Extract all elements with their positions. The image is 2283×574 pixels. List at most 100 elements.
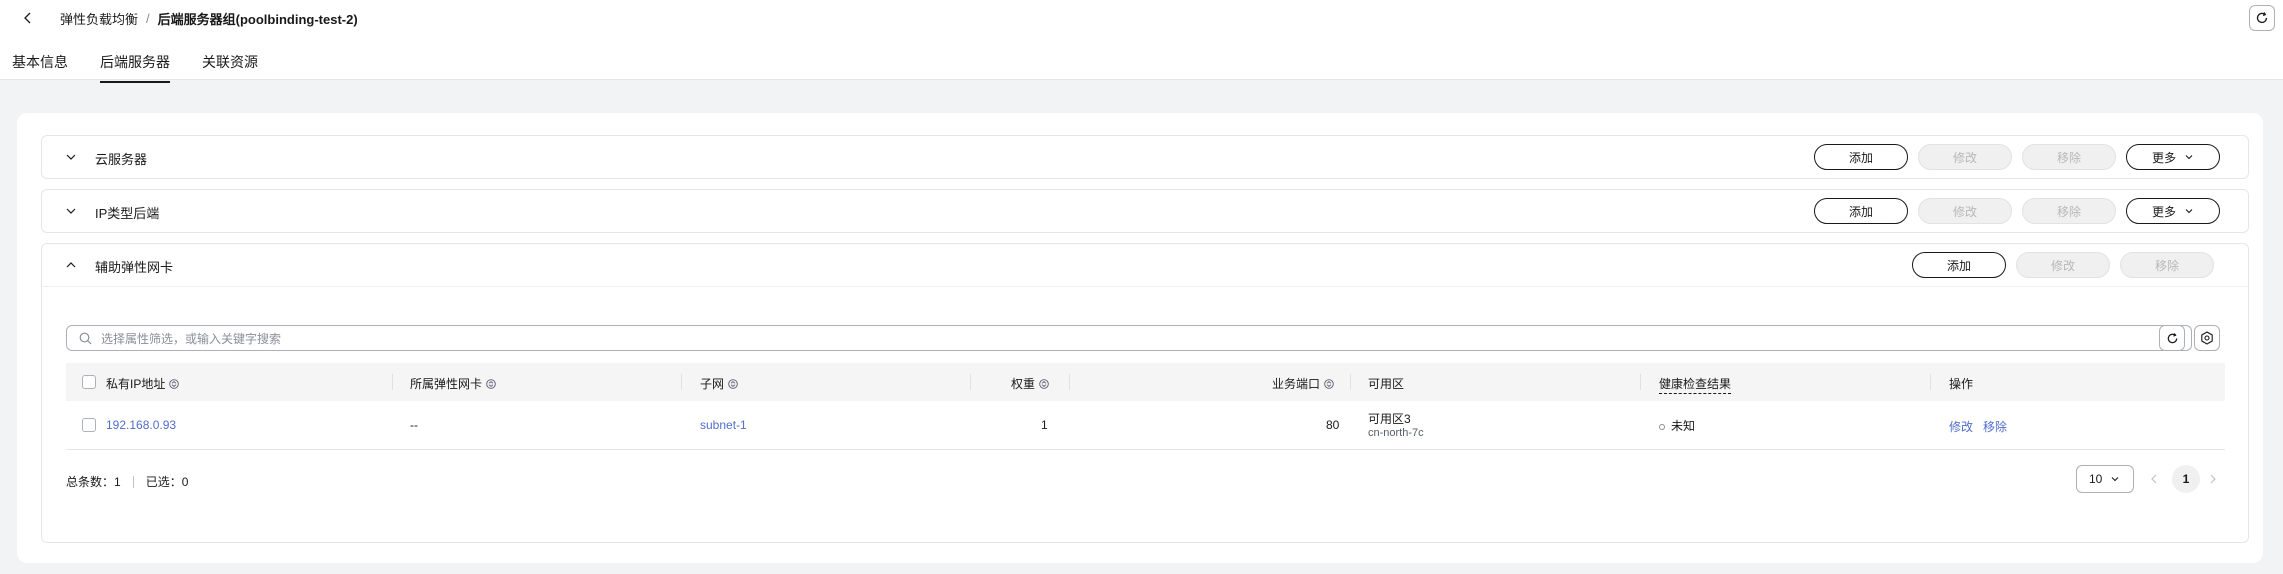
page-size-select[interactable]: 10: [2076, 465, 2134, 493]
column-divider[interactable]: [970, 374, 971, 390]
selected-count: 已选：0: [145, 475, 189, 489]
refresh-icon: [2167, 332, 2177, 343]
tab-backend-servers[interactable]: 后端服务器: [100, 52, 170, 83]
column-divider[interactable]: [392, 374, 393, 390]
section-title: 辅助弹性网卡: [95, 260, 174, 275]
tab-associated-resources[interactable]: 关联资源: [202, 52, 258, 81]
refresh-button[interactable]: [2249, 5, 2275, 31]
az-name: 可用区3: [1368, 412, 1411, 426]
back-arrow-icon[interactable]: [18, 8, 38, 28]
top-bar: 弹性负载均衡 / 后端服务器组(poolbinding-test-2): [0, 0, 2283, 38]
section-cloud-server: 云服务器 添加 修改 移除 更多: [41, 135, 2249, 179]
column-private-ip[interactable]: 私有IP地址: [106, 375, 180, 392]
row-checkbox[interactable]: [82, 418, 96, 432]
modify-button[interactable]: 修改: [1918, 198, 2012, 224]
search-input[interactable]: [99, 328, 2103, 350]
chevron-down-icon: [2111, 477, 2119, 482]
sort-icon: [1039, 378, 1049, 389]
page-title: 后端服务器组(poolbinding-test-2): [157, 12, 358, 27]
table-row: 192.168.0.93 -- subnet-1 1 80 可用区3 cn-no…: [66, 401, 2225, 450]
column-health[interactable]: 健康检查结果: [1659, 375, 1732, 394]
tab-bar: 基本信息 后端服务器 关联资源: [0, 38, 2283, 83]
modify-button[interactable]: 修改: [1918, 144, 2012, 170]
section-header[interactable]: IP类型后端 添加 修改 移除 更多: [42, 190, 2248, 232]
weight-value: 1: [1041, 418, 1048, 432]
column-label: 子网: [700, 377, 725, 391]
column-weight[interactable]: 权重: [1011, 375, 1049, 392]
current-page[interactable]: 1: [2172, 465, 2200, 493]
divider: [42, 286, 2248, 287]
column-label: 健康检查结果: [1659, 375, 1732, 394]
port-value: 80: [1326, 418, 1340, 432]
chevron-down-icon: [2185, 155, 2193, 160]
table-settings-button[interactable]: [2194, 325, 2220, 351]
row-modify-link[interactable]: 修改: [1949, 418, 1973, 435]
refresh-icon: [2256, 12, 2268, 24]
az-id: cn-north-7c: [1368, 427, 1424, 439]
eni-value: --: [410, 418, 418, 432]
search-bar[interactable]: [66, 325, 2192, 351]
section-eni: 辅助弹性网卡 添加 修改 移除 私有IP地址 所属弹性网卡: [41, 243, 2249, 543]
chevron-down-icon: [2185, 209, 2193, 214]
chevron-down-icon: [66, 208, 76, 214]
section-ip-backend: IP类型后端 添加 修改 移除 更多: [41, 189, 2249, 233]
health-label: 未知: [1671, 419, 1696, 433]
column-label: 所属弹性网卡: [410, 377, 483, 391]
more-button[interactable]: 更多: [2126, 198, 2220, 224]
sort-icon: [169, 378, 180, 389]
select-all-checkbox[interactable]: [82, 375, 96, 389]
column-divider[interactable]: [1930, 374, 1931, 390]
health-status: 未知: [1659, 417, 1695, 434]
add-button[interactable]: 添加: [1814, 144, 1908, 170]
column-az: 可用区: [1368, 375, 1404, 392]
column-divider[interactable]: [1350, 374, 1351, 390]
sort-icon: [486, 378, 496, 389]
tab-basic-info[interactable]: 基本信息: [12, 52, 68, 81]
column-eni[interactable]: 所属弹性网卡: [410, 375, 496, 392]
column-label: 业务端口: [1272, 377, 1321, 391]
more-label: 更多: [2151, 204, 2176, 219]
section-title: IP类型后端: [95, 206, 160, 221]
search-icon: [79, 332, 92, 345]
next-page-icon[interactable]: [2206, 472, 2220, 486]
sort-icon: [1324, 378, 1334, 389]
table-header: 私有IP地址 所属弹性网卡 子网 权重 业务端口 可用区 健康检查结果 操作: [66, 363, 2225, 401]
column-port[interactable]: 业务端口: [1272, 375, 1334, 392]
chevron-up-icon: [66, 262, 76, 268]
sort-icon: [728, 378, 738, 389]
section-header[interactable]: 云服务器 添加 修改 移除 更多: [42, 136, 2248, 178]
table-summary: 总条数：1 已选：0: [66, 473, 188, 490]
summary-divider: [132, 475, 134, 488]
column-label: 可用区: [1368, 377, 1405, 391]
gear-icon: [2201, 331, 2213, 345]
modify-button[interactable]: 修改: [2016, 252, 2110, 278]
private-ip-link[interactable]: 192.168.0.93: [106, 418, 176, 432]
column-label: 权重: [1011, 377, 1036, 391]
add-button[interactable]: 添加: [1912, 252, 2006, 278]
column-label: 私有IP地址: [106, 377, 166, 391]
remove-button[interactable]: 移除: [2022, 198, 2116, 224]
subnet-link[interactable]: subnet-1: [700, 418, 747, 432]
column-divider[interactable]: [681, 374, 682, 390]
remove-button[interactable]: 移除: [2022, 144, 2116, 170]
column-divider[interactable]: [1069, 374, 1070, 390]
more-button[interactable]: 更多: [2126, 144, 2220, 170]
breadcrumb-separator: /: [146, 11, 150, 26]
page-size-value: 10: [2089, 472, 2103, 486]
chevron-down-icon: [66, 154, 76, 160]
column-label: 操作: [1949, 377, 1974, 391]
row-remove-link[interactable]: 移除: [1983, 418, 2007, 435]
add-button[interactable]: 添加: [1814, 198, 1908, 224]
status-dot-icon: [1659, 423, 1665, 430]
total-count: 总条数：1: [66, 475, 121, 489]
section-header[interactable]: 辅助弹性网卡 添加 修改 移除: [42, 244, 2248, 286]
prev-page-icon[interactable]: [2147, 472, 2161, 486]
breadcrumb-parent[interactable]: 弹性负载均衡: [60, 9, 138, 28]
column-actions: 操作: [1949, 375, 1973, 392]
remove-button[interactable]: 移除: [2120, 252, 2214, 278]
column-subnet[interactable]: 子网: [700, 375, 738, 392]
breadcrumb: 弹性负载均衡 / 后端服务器组(poolbinding-test-2): [60, 9, 358, 28]
more-label: 更多: [2151, 150, 2176, 165]
column-divider[interactable]: [1640, 374, 1641, 390]
table-refresh-button[interactable]: [2159, 325, 2185, 351]
